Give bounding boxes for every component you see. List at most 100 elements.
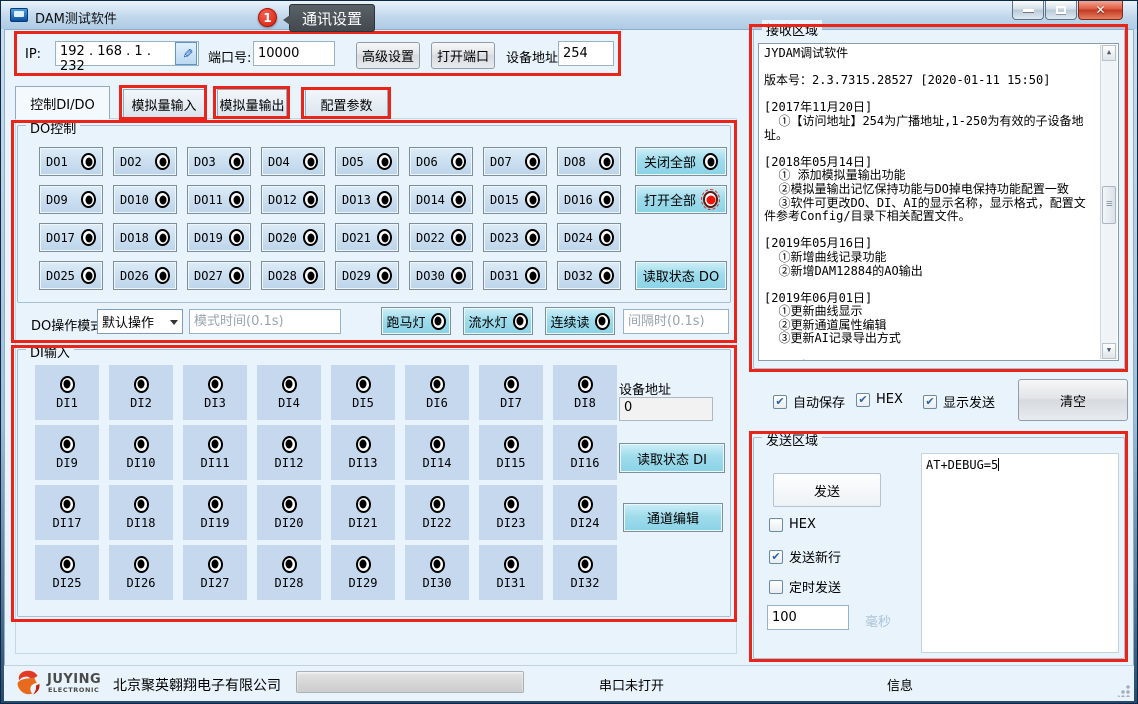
receive-log[interactable]: JYDAM调试软件 版本号：2.3.7315.28527 [2020-01-11… [758,43,1119,361]
do-channel-button[interactable]: DO18 [113,223,177,252]
open-port-button[interactable]: 打开端口 [431,42,495,69]
do-channel-button[interactable]: DO24 [557,223,621,252]
advanced-settings-button[interactable]: 高级设置 [356,42,420,69]
do-channel-button[interactable]: DO23 [483,223,547,252]
di-channel-tile[interactable]: DI11 [183,425,247,480]
do-channel-button[interactable]: DO15 [483,185,547,214]
do-channel-button[interactable]: DO1 [39,147,103,176]
do-channel-button[interactable]: DO29 [335,261,399,290]
close-button[interactable]: ✕ [1078,1,1123,20]
di-channel-tile[interactable]: DI26 [109,545,173,600]
do-channel-button[interactable]: DO31 [483,261,547,290]
interval-time-input[interactable] [623,309,729,334]
di-channel-tile[interactable]: DI8 [553,365,617,420]
di-channel-tile[interactable]: DI10 [109,425,173,480]
tab-analog-input[interactable]: 模拟量输入 [123,89,205,119]
di-channel-tile[interactable]: DI31 [479,545,543,600]
do-channel-button[interactable]: DO25 [39,261,103,290]
maximize-button[interactable] [1045,1,1077,20]
rx-hex-checkbox[interactable] [856,393,870,407]
tab-control-dido[interactable]: 控制DI/DO [15,86,110,119]
di-channel-tile[interactable]: DI25 [35,545,99,600]
di-channel-tile[interactable]: DI32 [553,545,617,600]
edit-ip-button[interactable]: ✎ [175,42,197,65]
scroll-up-icon[interactable]: ▲ [1102,45,1116,61]
do-channel-button[interactable]: DO19 [187,223,251,252]
send-interval-input[interactable] [767,605,849,630]
channel-edit-button[interactable]: 通道编辑 [623,503,723,532]
di-channel-tile[interactable]: DI17 [35,485,99,540]
do-channel-button[interactable]: DO28 [261,261,325,290]
di-channel-tile[interactable]: DI19 [183,485,247,540]
autosave-checkbox[interactable] [773,395,787,409]
do-channel-button[interactable]: DO16 [557,185,621,214]
di-channel-tile[interactable]: DI22 [405,485,469,540]
marquee-button[interactable]: 跑马灯 [381,307,451,335]
di-channel-tile[interactable]: DI18 [109,485,173,540]
timed-send-checkbox[interactable] [769,580,783,594]
do-channel-button[interactable]: DO20 [261,223,325,252]
di-channel-tile[interactable]: DI2 [109,365,173,420]
do-channel-button[interactable]: DO30 [409,261,473,290]
di-channel-tile[interactable]: DI28 [257,545,321,600]
open-all-button[interactable]: 打开全部 [635,185,727,214]
do-channel-button[interactable]: DO26 [113,261,177,290]
di-channel-tile[interactable]: DI4 [257,365,321,420]
send-newline-checkbox[interactable] [769,550,783,564]
scroll-thumb[interactable] [1102,186,1116,224]
mode-time-input[interactable] [189,309,341,334]
di-channel-tile[interactable]: DI16 [553,425,617,480]
read-do-status-button[interactable]: 读取状态 DO [635,261,727,290]
receive-scrollbar[interactable]: ▲ ▼ [1100,45,1117,359]
tab-config-params[interactable]: 配置参数 [305,89,388,119]
do-channel-button[interactable]: DO8 [557,147,621,176]
resize-grip-icon[interactable] [1118,685,1130,697]
di-channel-tile[interactable]: DI13 [331,425,395,480]
close-all-button[interactable]: 关闭全部 [635,147,727,176]
do-channel-button[interactable]: DO7 [483,147,547,176]
device-addr-input[interactable] [558,41,614,66]
minimize-button[interactable] [1012,1,1044,20]
di-channel-tile[interactable]: DI7 [479,365,543,420]
scroll-down-icon[interactable]: ▼ [1102,343,1116,359]
di-channel-tile[interactable]: DI14 [405,425,469,480]
show-send-checkbox[interactable] [923,395,937,409]
port-input[interactable] [253,41,335,66]
send-textarea[interactable]: AT+DEBUG=5 [921,453,1119,653]
di-channel-tile[interactable]: DI3 [183,365,247,420]
tx-hex-checkbox[interactable] [769,518,783,532]
do-channel-button[interactable]: DO17 [39,223,103,252]
do-mode-select[interactable]: 默认操作 [97,309,183,334]
do-channel-button[interactable]: DO32 [557,261,621,290]
do-channel-button[interactable]: DO13 [335,185,399,214]
do-channel-button[interactable]: DO22 [409,223,473,252]
di-channel-tile[interactable]: DI29 [331,545,395,600]
di-channel-tile[interactable]: DI15 [479,425,543,480]
di-channel-tile[interactable]: DI6 [405,365,469,420]
di-device-addr-input[interactable]: 0 [619,397,713,421]
do-channel-button[interactable]: DO9 [39,185,103,214]
do-channel-button[interactable]: DO11 [187,185,251,214]
do-channel-button[interactable]: DO12 [261,185,325,214]
di-channel-tile[interactable]: DI24 [553,485,617,540]
di-channel-tile[interactable]: DI23 [479,485,543,540]
do-channel-button[interactable]: DO21 [335,223,399,252]
di-channel-tile[interactable]: DI21 [331,485,395,540]
read-di-status-button[interactable]: 读取状态 DI [619,443,725,473]
do-channel-button[interactable]: DO4 [261,147,325,176]
do-channel-button[interactable]: DO10 [113,185,177,214]
di-channel-tile[interactable]: DI20 [257,485,321,540]
di-channel-tile[interactable]: DI5 [331,365,395,420]
flow-light-button[interactable]: 流水灯 [463,307,533,335]
di-channel-tile[interactable]: DI9 [35,425,99,480]
di-channel-tile[interactable]: DI27 [183,545,247,600]
do-channel-button[interactable]: DO14 [409,185,473,214]
clear-button[interactable]: 清空 [1018,379,1128,421]
continuous-read-button[interactable]: 连续读 [545,307,615,335]
do-channel-button[interactable]: DO6 [409,147,473,176]
do-channel-button[interactable]: DO2 [113,147,177,176]
do-channel-button[interactable]: DO5 [335,147,399,176]
tab-analog-output[interactable]: 模拟量输出 [217,89,287,119]
send-button[interactable]: 发送 [773,473,881,507]
do-channel-button[interactable]: DO27 [187,261,251,290]
